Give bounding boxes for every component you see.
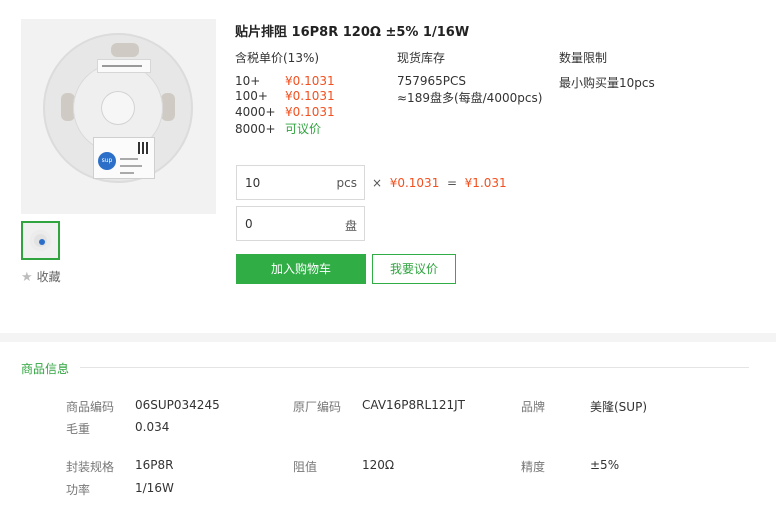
info-section-title[interactable]: 商品信息 [21,360,69,377]
price-header: 含税单价(13%) [235,51,320,65]
quantity-pcs-unit: pcs [336,176,357,190]
spec-key: 毛重 [66,422,91,436]
stock-header: 现货库存 [397,51,446,65]
brand-logo: sup [98,152,116,170]
price-tier: 10+ ¥0.1031 [235,74,335,88]
unit-price: ¥0.1031 [389,176,440,190]
quantity-pcs-value: 10 [245,176,261,190]
request-quote-button[interactable]: 我要议价 [372,254,456,284]
spec-value: 1/16W [135,481,174,495]
reel-hub [101,91,135,125]
favorite-label: 收藏 [36,270,61,284]
spec-key: 商品编码 [66,400,115,414]
spec-value: 120Ω [362,458,395,472]
stock-count: 757965PCS [397,74,467,88]
equals-sign: = [446,176,458,190]
reel-slot [161,93,175,121]
qr-code [138,142,150,154]
card-text-line [120,158,138,160]
product-image[interactable]: sup [21,19,216,214]
star-icon: ★ [21,270,33,285]
spec-value: 美隆(SUP) [590,400,648,414]
spec-value: 06SUP034245 [135,398,220,412]
tier-qty: 4000+ [235,105,276,119]
quantity-reel-input[interactable]: 0 盘 [236,206,365,241]
tier-price: ¥0.1031 [285,89,335,103]
tier-qty: 100+ [235,89,268,103]
price-tier: 100+ ¥0.1031 [235,89,335,103]
spec-key: 阻值 [293,460,318,474]
spec-key: 原厂编码 [293,400,342,414]
spec-key: 封装规格 [66,460,115,474]
spec-key: 品牌 [521,400,546,414]
section-divider [0,333,776,342]
tier-price: ¥0.1031 [285,74,335,88]
card-text-line [120,165,142,167]
price-calculation: × ¥0.1031 = ¥1.031 [372,176,507,190]
tier-price: ¥0.1031 [285,105,335,119]
times-sign: × [372,176,383,190]
stock-reels: ≈189盘多(每盘/4000pcs) [397,91,543,105]
tier-qty: 8000+ [235,122,276,136]
spec-value: CAV16P8RL121JT [362,398,465,412]
card-text-line [120,172,134,174]
reel-slot [111,43,139,57]
info-divider [80,367,749,368]
favorite-button[interactable]: ★ 收藏 [21,268,61,285]
purchase-limit: 最小购买量10pcs [559,76,655,90]
spec-value: 0.034 [135,420,170,434]
negotiable-link[interactable]: 可议价 [285,122,321,136]
spec-key: 精度 [521,460,546,474]
limit-header: 数量限制 [559,51,608,65]
thumbnail-logo [39,239,45,245]
tier-qty: 10+ [235,74,261,88]
quantity-pcs-input[interactable]: 10 pcs [236,165,365,200]
product-title: 贴片排阻 16P8R 120Ω ±5% 1/16W [235,25,470,40]
price-tier: 4000+ ¥0.1031 [235,105,335,119]
quantity-reel-value: 0 [245,217,253,231]
spec-key: 功率 [66,483,91,497]
spec-value: 16P8R [135,458,174,472]
reel-barcode-label [97,59,151,73]
price-tier: 8000+ 可议价 [235,120,321,137]
image-thumbnail[interactable] [21,221,60,260]
quantity-reel-unit: 盘 [344,219,357,233]
total-price: ¥1.031 [464,176,507,190]
add-to-cart-button[interactable]: 加入购物车 [236,254,366,284]
spec-value: ±5% [590,458,620,472]
reel-product-card: sup [93,137,155,179]
